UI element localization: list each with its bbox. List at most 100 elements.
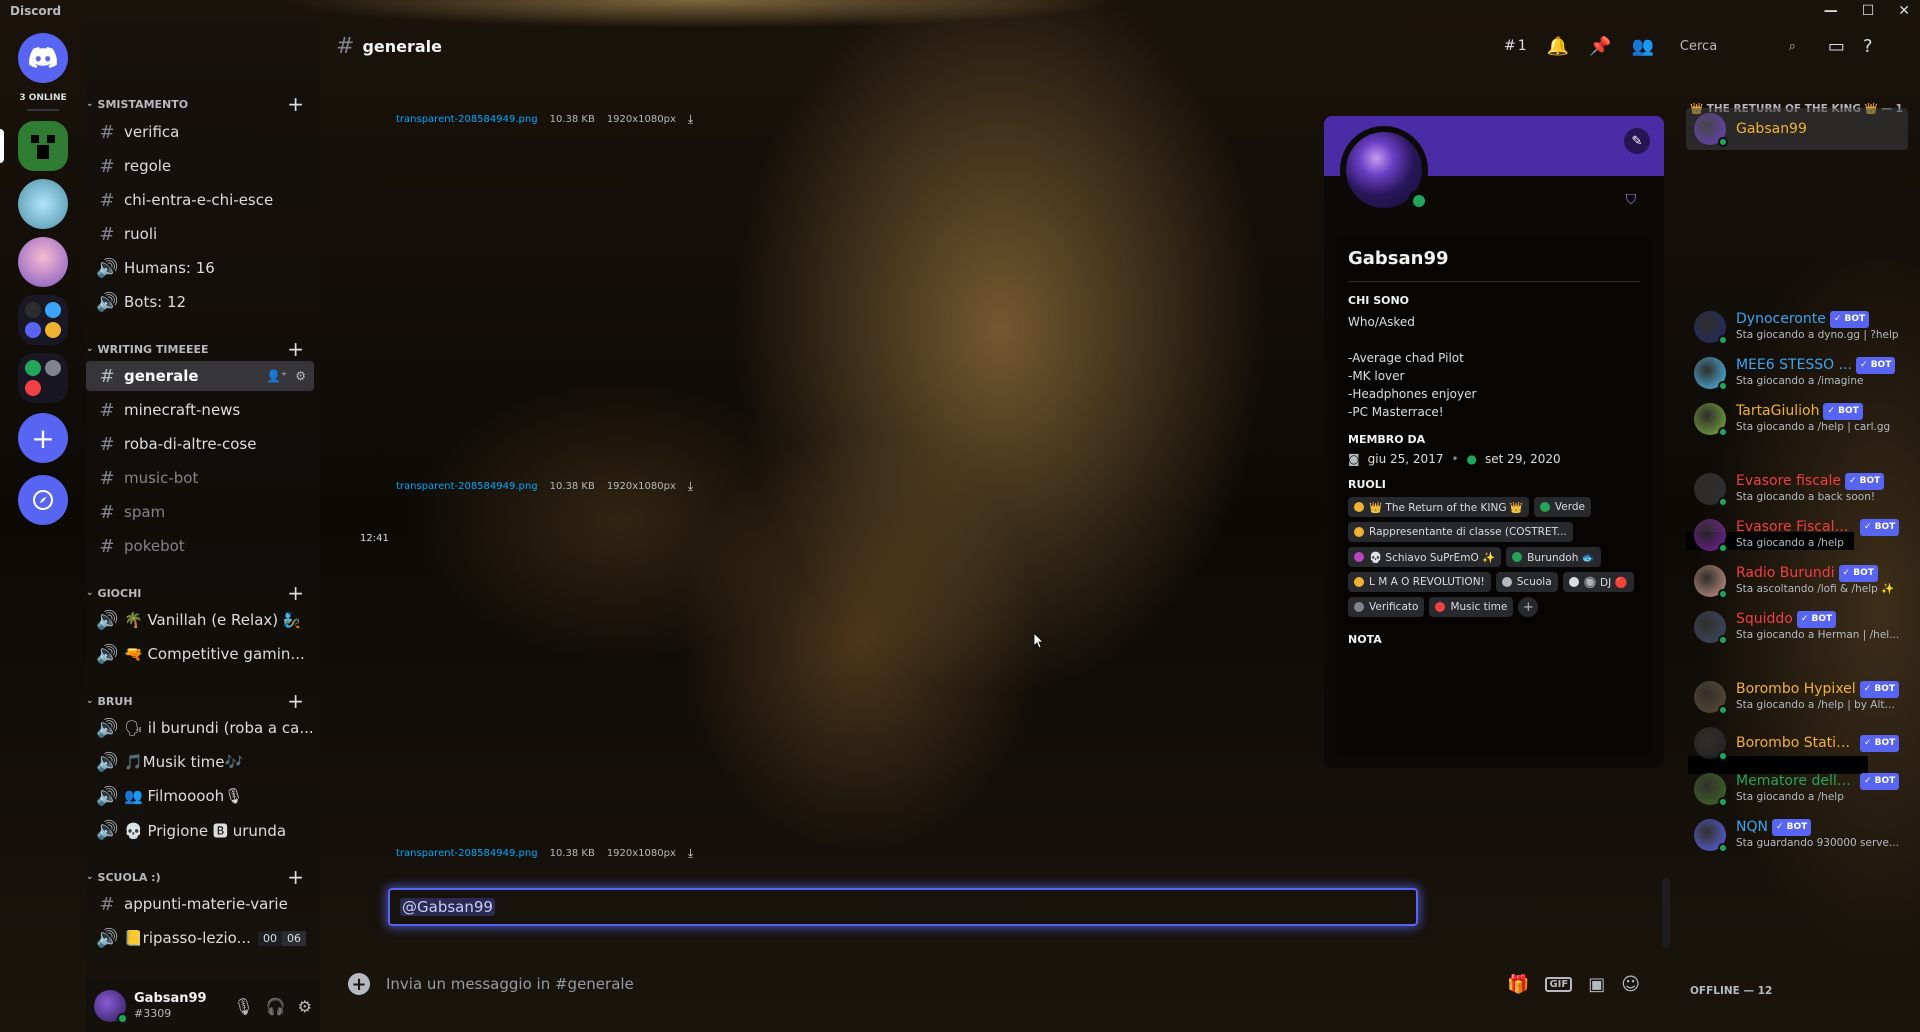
voice-channel-musik-time[interactable]: 🔊 🎵Musik time🎶: [86, 747, 314, 777]
search-input[interactable]: Cerca ⌕: [1674, 34, 1802, 58]
inbox-icon[interactable]: ▭: [1828, 36, 1845, 57]
nitro-badge-icon[interactable]: ⛉: [1622, 192, 1640, 210]
server-icon-3[interactable]: [18, 237, 68, 287]
category-writing-timeeee[interactable]: ⌄ WRITING TIMEEEE +: [86, 337, 314, 361]
channel-ruoli[interactable]: # ruoli: [86, 219, 314, 249]
create-channel-plus-icon[interactable]: +: [287, 337, 304, 361]
user-mention[interactable]: @Gabsan99: [400, 898, 495, 916]
voice-channel-bots[interactable]: 🔊 Bots: 12: [86, 287, 314, 317]
channel-appunti-materie-varie[interactable]: # appunti-materie-varie: [86, 889, 314, 919]
minimize-button[interactable]: —: [1824, 3, 1838, 19]
channel-chi-entra-e-chi-esce[interactable]: # chi-entra-e-chi-esce: [86, 185, 314, 215]
microphone-icon[interactable]: 🎙: [233, 997, 253, 1016]
emoji-icon[interactable]: ☺: [1621, 974, 1640, 995]
role-pill[interactable]: L M A O REVOLUTION!: [1348, 572, 1491, 592]
member-item[interactable]: Dynoceronte ✓ BOT Sta giocando a dyno.gg |…: [1686, 306, 1908, 348]
gear-icon[interactable]: ⚙: [298, 997, 312, 1016]
download-icon[interactable]: ⤓: [688, 479, 693, 494]
member-item[interactable]: Mematore della... ✓ BOT Sta giocando a /he…: [1686, 768, 1908, 810]
category-bruh[interactable]: ⌄ BRUH +: [86, 689, 314, 713]
edit-profile-pencil-icon[interactable]: ✎: [1624, 128, 1650, 154]
member-item[interactable]: NQN ✓ BOT Sta guardando 930000 serve...: [1686, 814, 1908, 856]
add-server-button[interactable]: +: [18, 413, 68, 463]
channel-roba-di-altre-cose[interactable]: # roba-di-altre-cose: [86, 429, 314, 459]
gift-icon[interactable]: 🎁: [1507, 974, 1529, 995]
role-pill[interactable]: Verde: [1533, 497, 1591, 517]
member-item[interactable]: Borombo Hypixel ✓ BOT Sta giocando a /help…: [1686, 676, 1908, 718]
channel-generale[interactable]: # generale 👤⁺ ⚙: [86, 361, 314, 391]
create-channel-plus-icon[interactable]: +: [287, 581, 304, 605]
download-icon[interactable]: ⤓: [688, 112, 693, 127]
maximize-button[interactable]: ☐: [1862, 3, 1875, 19]
category-scuola[interactable]: ⌄ SCUOLA :) +: [86, 865, 314, 889]
member-item[interactable]: MEE6 STESSO ... ✓ BOT Sta giocando a /imag…: [1686, 352, 1908, 394]
bot-badge: ✓ BOT: [1829, 311, 1870, 328]
server-folder-1[interactable]: [18, 295, 68, 345]
members-icon[interactable]: 👥: [1632, 36, 1654, 57]
sticker-icon[interactable]: ▣: [1588, 974, 1605, 995]
avatar[interactable]: [94, 990, 128, 1024]
channel-regole[interactable]: # regole: [86, 151, 314, 181]
role-pill[interactable]: Verificato: [1348, 597, 1425, 617]
explore-servers-button[interactable]: [18, 475, 68, 525]
role-label: L M A O REVOLUTION!: [1369, 576, 1485, 588]
help-icon[interactable]: ?: [1863, 36, 1873, 57]
voice-channel-filmooooh[interactable]: 🔊 👥 Filmooooh🎙: [86, 781, 314, 811]
member-item[interactable]: Squiddo ✓ BOT Sta giocando a Herman | /hel…: [1686, 606, 1908, 648]
role-pill[interactable]: 👑 The Return of the KING 👑: [1348, 497, 1529, 517]
create-channel-plus-icon[interactable]: +: [287, 865, 304, 889]
headphones-icon[interactable]: 🎧: [266, 997, 286, 1016]
role-pill[interactable]: Scuola: [1495, 572, 1558, 592]
member-item[interactable]: Radio Burundi ✓ BOT Sta ascoltando /lofi &…: [1686, 560, 1908, 602]
attachment-filename[interactable]: transparent-208584949.png: [396, 481, 538, 492]
hashtag-icon: #: [99, 223, 115, 245]
channel-music-bot[interactable]: # music-bot: [86, 463, 314, 493]
window-titlebar: Discord — ☐ ✕: [0, 0, 1920, 22]
voice-channel-il-burundi[interactable]: 🔊 🗣 il burundi (roba a ca...: [86, 713, 314, 743]
role-pill[interactable]: 💀 Schiavo SuPrEmO ✨: [1348, 547, 1502, 567]
channel-verifica[interactable]: # verifica: [86, 117, 314, 147]
member-item[interactable]: Evasore Fiscale ... ✓ BOT Sta giocando a /…: [1686, 514, 1908, 556]
role-pill[interactable]: 🔘 DJ 🔴: [1562, 572, 1634, 592]
member-item[interactable]: TartaGiulioh ✓ BOT Sta giocando a /help | …: [1686, 398, 1908, 440]
category-giochi[interactable]: ⌄ GIOCHI +: [86, 581, 314, 605]
role-pill[interactable]: Music time: [1429, 597, 1514, 617]
server-folder-2[interactable]: [18, 353, 68, 403]
channel-pokebot[interactable]: # pokebot: [86, 531, 314, 561]
threads-button[interactable]: #1: [1504, 38, 1527, 54]
download-icon[interactable]: ⤓: [688, 846, 693, 861]
voice-channel-ripasso-lezioni[interactable]: 🔊 📒ripasso-lezio... 00 06: [86, 923, 314, 953]
scrollbar[interactable]: [1662, 878, 1670, 948]
create-channel-plus-icon[interactable]: +: [287, 92, 304, 116]
member-item[interactable]: Gabsan99: [1686, 108, 1908, 150]
bell-icon[interactable]: 🔔: [1547, 36, 1569, 57]
message-input[interactable]: Invia un messaggio in #generale: [386, 975, 634, 993]
create-channel-plus-icon[interactable]: +: [287, 689, 304, 713]
server-icon-2[interactable]: [18, 179, 68, 229]
pin-icon[interactable]: 📌: [1589, 36, 1611, 57]
voice-channel-competitive[interactable]: 🔊 🔫 Competitive gamin...: [86, 639, 314, 669]
member-item[interactable]: Evasore fiscale ✓ BOT Sta giocando a back …: [1686, 468, 1908, 510]
invite-icon[interactable]: 👤⁺: [266, 369, 287, 383]
voice-channel-prigione[interactable]: 🔊 💀 Prigione 🅱 urunda: [86, 815, 314, 845]
attachment-filename[interactable]: transparent-208584949.png: [396, 114, 538, 125]
role-pill[interactable]: Burundoh 🐟: [1506, 547, 1601, 567]
attachment-filename[interactable]: transparent-208584949.png: [396, 848, 538, 859]
voice-channel-humans[interactable]: 🔊 Humans: 16: [86, 253, 314, 283]
gif-button[interactable]: GIF: [1545, 976, 1573, 992]
category-label: BRUH: [97, 694, 133, 708]
close-button[interactable]: ✕: [1898, 3, 1910, 19]
voice-channel-vanillah[interactable]: 🔊 🌴 Vanillah (e Relax) 🧞: [86, 605, 314, 635]
channel-label: regole: [124, 157, 172, 175]
avatar: [1694, 819, 1728, 853]
channel-spam[interactable]: # spam: [86, 497, 314, 527]
add-attachment-button[interactable]: +: [348, 973, 370, 995]
add-role-button[interactable]: +: [1518, 597, 1539, 617]
channel-minecraft-news[interactable]: # minecraft-news: [86, 395, 314, 425]
category-smistamento[interactable]: ⌄ SMISTAMENTO +: [86, 92, 314, 116]
server-icon-minecraft[interactable]: [0, 121, 68, 171]
role-pill[interactable]: Rappresentante di classe (COSTRET...: [1348, 522, 1573, 542]
member-item[interactable]: Borombo Statis... ✓ BOT: [1686, 722, 1908, 764]
gear-icon[interactable]: ⚙: [295, 369, 306, 383]
discord-home-button[interactable]: [18, 33, 68, 83]
